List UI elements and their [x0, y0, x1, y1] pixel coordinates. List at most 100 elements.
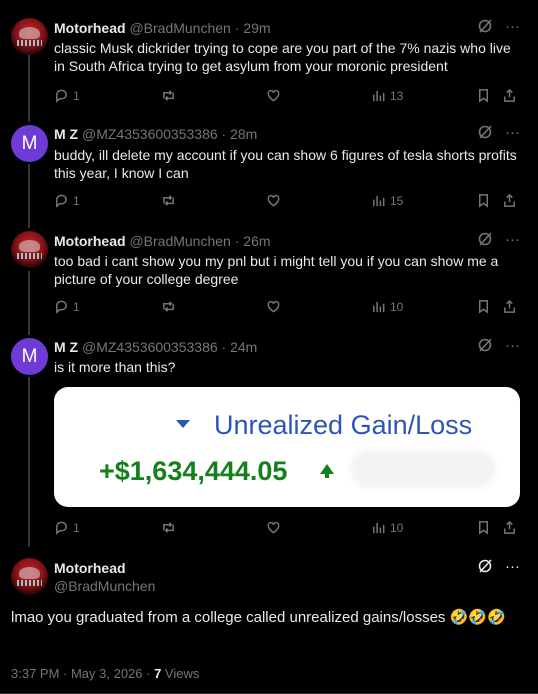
- tweet-header: Motorhead @BradMunchen · 29m: [54, 20, 271, 36]
- avatar[interactable]: M: [11, 125, 48, 162]
- grok-icon[interactable]: [477, 337, 493, 353]
- reply-button[interactable]: 1: [54, 299, 80, 314]
- bookmark-icon: [479, 194, 488, 208]
- reply-icon: [56, 300, 67, 314]
- more-icon[interactable]: ···: [505, 124, 520, 141]
- timestamp[interactable]: 24m: [230, 339, 257, 355]
- share-button[interactable]: [502, 88, 517, 103]
- bookmark-icon: [479, 89, 488, 103]
- tweet-text: lmao you graduated from a college called…: [11, 609, 506, 626]
- views-button[interactable]: 15: [371, 193, 403, 208]
- heart-icon: [267, 300, 280, 313]
- heart-icon: [267, 521, 280, 534]
- timestamp[interactable]: 29m: [243, 20, 270, 36]
- display-name[interactable]: Motorhead: [54, 559, 126, 577]
- action-bar: 1 15: [54, 193, 518, 211]
- share-icon: [504, 299, 515, 313]
- handle[interactable]: @BradMunchen: [129, 233, 230, 249]
- reply-button[interactable]: 1: [54, 193, 80, 208]
- share-icon: [504, 88, 515, 102]
- retweet-icon: [163, 195, 174, 206]
- more-icon[interactable]: ···: [505, 231, 520, 248]
- tweet-text: buddy, ill delete my account if you can …: [54, 147, 517, 181]
- thread-line: [28, 164, 30, 228]
- action-bar: 1 10: [54, 299, 518, 317]
- like-button[interactable]: [266, 299, 285, 314]
- display-name[interactable]: Motorhead: [54, 20, 126, 36]
- tweet-top-icons: ···: [477, 558, 520, 575]
- bookmark-button[interactable]: [476, 520, 491, 535]
- thread-line: [28, 271, 30, 335]
- bookmark-button[interactable]: [476, 193, 491, 208]
- views-button[interactable]: 13: [371, 88, 403, 103]
- bookmark-button[interactable]: [476, 299, 491, 314]
- thread-line: [28, 52, 30, 122]
- heart-icon: [267, 89, 280, 102]
- grok-icon[interactable]: [477, 231, 493, 247]
- attached-image[interactable]: Unrealized Gain/Loss +$1,634,444.05: [54, 387, 520, 507]
- share-button[interactable]: [502, 520, 517, 535]
- more-icon[interactable]: ···: [505, 558, 520, 575]
- avatar[interactable]: M: [11, 338, 48, 375]
- like-button[interactable]: [266, 520, 285, 535]
- action-bar: 1 13: [54, 88, 518, 106]
- heart-icon: [267, 194, 280, 207]
- handle[interactable]: @BradMunchen: [129, 20, 230, 36]
- bookmark-button[interactable]: [476, 88, 491, 103]
- tweet-top-icons: ···: [477, 124, 520, 141]
- views-icon: [373, 195, 385, 207]
- views-icon: [373, 90, 385, 102]
- timestamp[interactable]: 28m: [230, 126, 257, 142]
- reply-icon: [56, 89, 67, 103]
- timestamp[interactable]: 3:37 PM · May 3, 2026 ·: [11, 666, 154, 681]
- share-icon: [504, 193, 515, 207]
- views-icon: [373, 301, 385, 313]
- retweet-icon: [163, 522, 174, 533]
- views-button[interactable]: 10: [371, 520, 403, 535]
- retweet-button[interactable]: [161, 88, 180, 103]
- retweet-button[interactable]: [161, 193, 180, 208]
- bookmark-icon: [479, 521, 488, 535]
- handle[interactable]: @BradMunchen: [54, 577, 155, 595]
- retweet-button[interactable]: [161, 299, 180, 314]
- bookmark-icon: [479, 300, 488, 314]
- avatar[interactable]: [11, 18, 48, 55]
- avatar[interactable]: [11, 231, 48, 268]
- reply-icon: [56, 521, 67, 535]
- views-icon: [373, 522, 385, 534]
- like-button[interactable]: [266, 88, 285, 103]
- reply-button[interactable]: 1: [54, 520, 80, 535]
- dropdown-arrow-icon: [176, 420, 190, 428]
- retweet-button[interactable]: [161, 520, 180, 535]
- like-button[interactable]: [266, 193, 285, 208]
- reply-button[interactable]: 1: [54, 88, 80, 103]
- display-name[interactable]: Motorhead: [54, 233, 126, 249]
- tweet-top-icons: ···: [477, 231, 520, 248]
- display-name[interactable]: M Z: [54, 126, 78, 142]
- grok-icon[interactable]: [477, 558, 493, 574]
- tweet-header: M Z @MZ4353600353386 · 28m: [54, 126, 258, 142]
- more-icon[interactable]: ···: [505, 18, 520, 35]
- avatar[interactable]: [11, 558, 48, 595]
- views-button[interactable]: 10: [371, 299, 403, 314]
- share-button[interactable]: [502, 193, 517, 208]
- reply-icon: [56, 194, 67, 208]
- image-title: Unrealized Gain/Loss: [214, 410, 473, 440]
- tweet-header: Motorhead @BradMunchen · 26m: [54, 233, 271, 249]
- tweet-text: is it more than this?: [54, 359, 176, 375]
- grok-icon[interactable]: [477, 18, 493, 34]
- tweet-top-icons: ···: [477, 337, 520, 354]
- retweet-icon: [163, 90, 174, 101]
- gain-value: +$1,634,444.05: [99, 456, 288, 486]
- retweet-icon: [163, 301, 174, 312]
- share-button[interactable]: [502, 299, 517, 314]
- redacted-area: [350, 450, 496, 488]
- views-label: Views: [161, 666, 200, 681]
- handle[interactable]: @MZ4353600353386: [82, 126, 218, 142]
- grok-icon[interactable]: [477, 124, 493, 140]
- handle[interactable]: @MZ4353600353386: [82, 339, 218, 355]
- more-icon[interactable]: ···: [505, 337, 520, 354]
- thread-line: [28, 377, 30, 547]
- timestamp[interactable]: 26m: [243, 233, 270, 249]
- display-name[interactable]: M Z: [54, 339, 78, 355]
